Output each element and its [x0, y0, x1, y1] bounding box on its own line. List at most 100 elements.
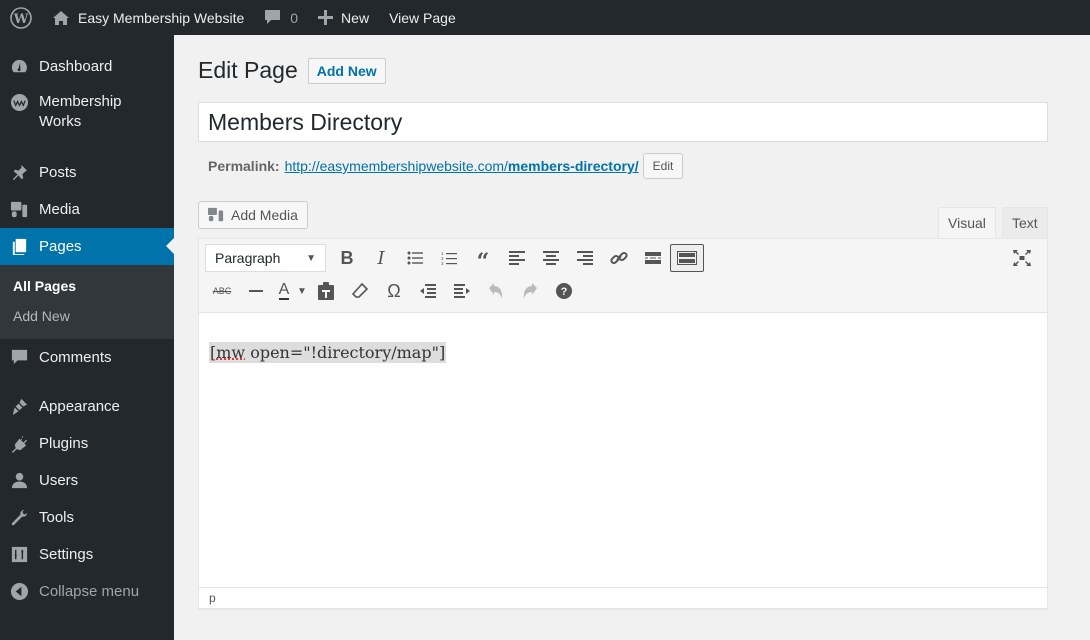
undo-button[interactable] — [479, 277, 513, 305]
home-icon — [53, 10, 69, 25]
increase-indent-button[interactable] — [445, 277, 479, 305]
align-center-button[interactable] — [534, 244, 568, 272]
sidebar-item-dashboard[interactable]: Dashboard — [0, 48, 174, 85]
membershipworks-icon — [10, 93, 29, 112]
sidebar-label: Membership Works — [39, 93, 122, 130]
pin-icon — [12, 164, 28, 181]
new-content-link[interactable]: New — [308, 0, 379, 35]
italic-button[interactable]: I — [364, 244, 398, 272]
bullet-list-icon — [407, 251, 423, 265]
editor-status-path[interactable]: p — [198, 587, 1048, 609]
submenu-item-add-new[interactable]: Add New — [0, 301, 174, 331]
align-right-button[interactable] — [568, 244, 602, 272]
link-icon — [610, 251, 628, 265]
omega-icon: Ω — [387, 280, 401, 301]
collapse-label: Collapse menu — [39, 583, 140, 600]
text-color-button[interactable]: A — [273, 277, 295, 305]
clear-formatting-button[interactable] — [343, 277, 377, 305]
sidebar-item-plugins[interactable]: Plugins — [0, 425, 174, 462]
special-character-button[interactable]: Ω — [377, 277, 411, 305]
sidebar-item-membership-works[interactable]: Membership Works — [0, 85, 174, 145]
bold-button[interactable]: B — [330, 244, 364, 272]
submenu-item-all-pages[interactable]: All Pages — [0, 271, 174, 301]
italic-icon: I — [377, 247, 385, 269]
sidebar-label: Dashboard — [39, 58, 113, 75]
sidebar-label: Users — [39, 472, 79, 489]
content-editor: Paragraph ▼ B I 123 “ ABC A ▼ Ω ? [mw op… — [198, 238, 1048, 610]
insert-link-button[interactable] — [602, 244, 636, 272]
sidebar-label: Tools — [39, 509, 75, 526]
page-title: Edit Page — [198, 57, 298, 83]
bullet-list-button[interactable] — [398, 244, 432, 272]
sidebar-item-appearance[interactable]: Appearance — [0, 388, 174, 425]
add-new-button[interactable]: Add New — [307, 57, 386, 84]
help-button[interactable]: ? — [547, 277, 581, 305]
format-select[interactable]: Paragraph ▼ — [205, 244, 326, 272]
media-icon — [10, 201, 28, 218]
wordpress-icon: W — [10, 6, 32, 29]
editor-toolbar: Paragraph ▼ B I 123 “ ABC A ▼ Ω ? — [199, 239, 1047, 313]
permalink-label: Permalink: — [208, 158, 280, 174]
numbered-list-icon: 123 — [441, 251, 457, 266]
text-color-icon: A — [278, 281, 290, 300]
fullscreen-button[interactable] — [1005, 244, 1039, 272]
sidebar-item-settings[interactable]: Settings — [0, 536, 174, 573]
collapse-menu-button[interactable]: Collapse menu — [0, 573, 174, 610]
decrease-indent-button[interactable] — [411, 277, 445, 305]
svg-text:3: 3 — [441, 261, 444, 266]
sliders-icon — [11, 546, 28, 563]
undo-icon — [489, 283, 503, 299]
site-name-link[interactable]: Easy Membership Website — [42, 0, 254, 35]
sidebar-label: Settings — [39, 546, 94, 563]
tab-visual[interactable]: Visual — [938, 207, 996, 238]
read-more-button[interactable] — [636, 244, 670, 272]
shortcode-text: [mw open="!directory/map"] — [209, 342, 447, 363]
strikethrough-button[interactable]: ABC — [205, 277, 239, 305]
text-color-dropdown[interactable]: ▼ — [295, 277, 309, 305]
align-left-button[interactable] — [500, 244, 534, 272]
permalink-slug: members-directory/ — [507, 158, 639, 174]
sidebar-label: Pages — [39, 238, 82, 255]
sidebar-item-comments[interactable]: Comments — [0, 339, 174, 376]
redo-button[interactable] — [513, 277, 547, 305]
comments-link[interactable]: 0 — [254, 0, 308, 35]
edit-permalink-button[interactable]: Edit — [642, 153, 684, 179]
help-icon: ? — [556, 283, 572, 299]
post-title-input[interactable]: Members Directory — [198, 102, 1048, 142]
collapse-icon — [10, 582, 29, 601]
permalink-link[interactable]: http://easymembershipwebsite.com/members… — [285, 158, 639, 174]
permalink-base: http://easymembershipwebsite.com/ — [284, 158, 508, 174]
numbered-list-button[interactable]: 123 — [432, 244, 466, 272]
sidebar-item-tools[interactable]: Tools — [0, 499, 174, 536]
plug-icon — [11, 435, 28, 453]
chevron-down-icon: ▼ — [306, 252, 316, 264]
bold-icon: B — [340, 247, 354, 268]
add-media-button[interactable]: Add Media — [198, 201, 308, 229]
toolbar-toggle-button[interactable] — [670, 244, 704, 272]
svg-text:W: W — [13, 12, 29, 27]
sidebar-item-pages[interactable]: Pages — [0, 228, 174, 265]
svg-text:?: ? — [561, 286, 568, 298]
view-page-link[interactable]: View Page — [379, 0, 466, 35]
plus-icon — [318, 10, 334, 25]
chevron-down-icon: ▼ — [297, 285, 307, 297]
tab-text[interactable]: Text — [1002, 207, 1048, 238]
sidebar-label: Comments — [39, 349, 112, 366]
horizontal-line-button[interactable] — [239, 277, 273, 305]
misspelled-word: mw — [216, 343, 246, 362]
quote-icon: “ — [476, 249, 490, 275]
sidebar-item-posts[interactable]: Posts — [0, 154, 174, 191]
sidebar-item-media[interactable]: Media — [0, 191, 174, 228]
wp-logo-button[interactable]: W — [0, 0, 42, 35]
horizontal-line-icon — [249, 289, 263, 292]
paste-text-button[interactable] — [309, 277, 343, 305]
editor-content-area[interactable]: [mw open="!directory/map"] — [199, 313, 1047, 392]
permalink-row: Permalink: http://easymembershipwebsite.… — [208, 153, 684, 179]
pages-icon — [12, 238, 27, 256]
sidebar-label: Media — [39, 201, 80, 218]
sidebar-item-users[interactable]: Users — [0, 462, 174, 499]
outdent-icon — [420, 284, 436, 298]
blockquote-button[interactable]: “ — [466, 244, 500, 275]
main-content: Edit Page Add New Members Directory Perm… — [174, 35, 1090, 640]
format-select-value: Paragraph — [215, 250, 281, 266]
